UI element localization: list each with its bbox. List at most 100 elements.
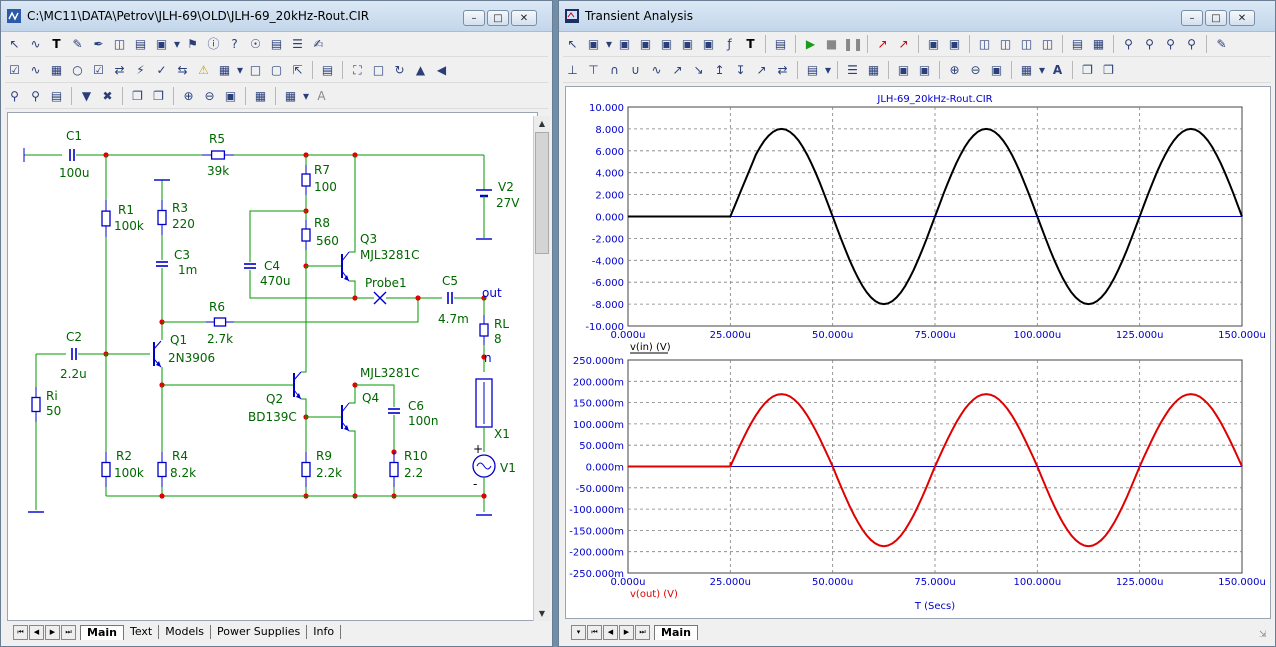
dropdown-arrow-icon[interactable]: ▾ xyxy=(1038,61,1046,80)
find-icon[interactable]: ☉ xyxy=(246,35,265,54)
3d-icon[interactable]: ◫ xyxy=(1017,35,1036,54)
info-icon[interactable]: ⓘ xyxy=(204,35,223,54)
zoom-y-icon[interactable]: ⚲ xyxy=(1140,35,1159,54)
edit-analysis-icon[interactable]: ✎ xyxy=(1212,35,1231,54)
grid-horizontal-icon[interactable]: ▤ xyxy=(1068,35,1087,54)
close-button[interactable]: ✕ xyxy=(1229,10,1255,26)
scroll-thumb[interactable] xyxy=(535,132,549,254)
cancel-icon[interactable]: ✖ xyxy=(98,87,117,106)
page-icon[interactable]: ▦ xyxy=(864,61,883,80)
tag-icon[interactable]: ▣ xyxy=(636,35,655,54)
valley-icon[interactable]: ⊤ xyxy=(584,61,603,80)
bounding-box-icon[interactable]: ⛶ xyxy=(348,61,367,80)
condition-icon[interactable]: ✓ xyxy=(152,61,171,80)
first-page-icon[interactable]: ⏮ xyxy=(587,624,602,640)
tab-text[interactable]: Text xyxy=(124,625,160,639)
edit-icon[interactable]: ✍ xyxy=(309,35,328,54)
border-icon[interactable]: ▢ xyxy=(267,61,286,80)
last-page-icon[interactable]: ⏭ xyxy=(61,624,76,640)
select-mode-icon[interactable]: ↖ xyxy=(5,35,24,54)
help-icon[interactable]: ? xyxy=(225,35,244,54)
maximize-button[interactable]: □ xyxy=(1205,10,1227,26)
stop-icon[interactable]: ■ xyxy=(822,35,841,54)
select-mode-icon[interactable]: ↖ xyxy=(563,35,582,54)
node-numbers-icon[interactable]: ☑ xyxy=(5,61,24,80)
breakpoint-icon[interactable]: ◫ xyxy=(996,35,1015,54)
point-tag-icon[interactable]: ▣ xyxy=(657,35,676,54)
prev-page-icon[interactable]: ◀ xyxy=(603,624,618,640)
copy-icon[interactable]: ❐ xyxy=(128,87,147,106)
image-icon[interactable]: ▦ xyxy=(251,87,270,106)
schematic-vertical-scrollbar[interactable]: ▲ ▼ xyxy=(533,116,550,621)
numeric-output-icon[interactable]: ☰ xyxy=(843,61,862,80)
paste-icon[interactable]: ❐ xyxy=(1099,61,1118,80)
first-page-icon[interactable]: ⏮ xyxy=(13,624,28,640)
close-button[interactable]: ✕ xyxy=(511,10,537,26)
bottom-icon[interactable]: ↧ xyxy=(731,61,750,80)
layout-icon[interactable]: ▦ xyxy=(281,87,300,106)
zoom-region-icon[interactable]: ⚲ xyxy=(1182,35,1201,54)
step-down-icon[interactable]: ▼ xyxy=(77,87,96,106)
resize-grip-icon[interactable]: ⇲ xyxy=(1259,630,1271,642)
node-voltages-icon[interactable]: ☑ xyxy=(89,61,108,80)
properties-icon[interactable]: ▤ xyxy=(318,61,337,80)
zoom-x-icon[interactable]: ⚲ xyxy=(1119,35,1138,54)
fit-icon[interactable]: ▣ xyxy=(894,61,913,80)
maximize-button[interactable]: □ xyxy=(487,10,509,26)
current-icon[interactable]: ⇄ xyxy=(110,61,129,80)
clipboard-icon[interactable]: ▤ xyxy=(803,61,822,80)
find-component-icon[interactable]: ⚲ xyxy=(5,87,24,106)
high-icon[interactable]: ∩ xyxy=(605,61,624,80)
next-page-icon[interactable]: ▶ xyxy=(619,624,634,640)
zoom-out-icon[interactable]: ⊖ xyxy=(966,61,985,80)
scroll-left-icon[interactable]: ▾ xyxy=(571,624,586,640)
paste-icon[interactable]: ❐ xyxy=(149,87,168,106)
properties-icon[interactable]: ▤ xyxy=(267,35,286,54)
text-mode-icon[interactable]: T xyxy=(47,35,66,54)
schematic-titlebar[interactable]: C:\MC11\DATA\Petrov\JLH-69\OLD\JLH-69_20… xyxy=(1,1,552,32)
low-icon[interactable]: ∪ xyxy=(626,61,645,80)
font-icon[interactable]: A xyxy=(1048,61,1067,80)
scale-icon[interactable]: ▣ xyxy=(615,35,634,54)
cursor-icon[interactable]: ⇱ xyxy=(288,61,307,80)
dropdown-arrow-icon[interactable]: ▾ xyxy=(236,61,244,80)
zoom-fit-icon[interactable]: ▣ xyxy=(221,87,240,106)
pause-icon[interactable]: ❚❚ xyxy=(843,35,863,54)
global-low-icon[interactable]: ↘ xyxy=(689,61,708,80)
zoom-in-icon[interactable]: ⊕ xyxy=(179,87,198,106)
font-icon[interactable]: A xyxy=(312,87,331,106)
inflection-icon[interactable]: ∿ xyxy=(647,61,666,80)
tile-icon[interactable]: ▣ xyxy=(915,61,934,80)
clipboard-icon[interactable]: ▤ xyxy=(47,87,66,106)
find-in-files-icon[interactable]: ⚲ xyxy=(26,87,45,106)
dropdown-arrow-icon[interactable]: ▾ xyxy=(173,35,181,54)
slope-icon[interactable]: ↗ xyxy=(752,61,771,80)
grid-text-icon[interactable]: ▦ xyxy=(47,61,66,80)
last-page-icon[interactable]: ⏭ xyxy=(635,624,650,640)
dropdown-arrow-icon[interactable]: ▾ xyxy=(824,61,832,80)
transitions-icon[interactable]: ⇆ xyxy=(173,61,192,80)
place-icon[interactable]: ▣ xyxy=(152,35,171,54)
component-icon[interactable]: ▤ xyxy=(131,35,150,54)
power-icon[interactable]: ⚡ xyxy=(131,61,150,80)
tab-power-supplies[interactable]: Power Supplies xyxy=(211,625,308,639)
page-icon[interactable]: □ xyxy=(246,61,265,80)
list-icon[interactable]: ☰ xyxy=(288,35,307,54)
data-points-icon[interactable]: ▣ xyxy=(945,35,964,54)
limits-icon[interactable]: ▣ xyxy=(924,35,943,54)
tab-info[interactable]: Info xyxy=(307,625,342,639)
global-high-icon[interactable]: ↗ xyxy=(668,61,687,80)
tab-main[interactable]: Main xyxy=(80,624,124,640)
run-icon[interactable]: ▶ xyxy=(801,35,820,54)
flag-icon[interactable]: ⚑ xyxy=(183,35,202,54)
flip-icon[interactable]: ◀ xyxy=(432,61,451,80)
grid-icon[interactable]: ▦ xyxy=(215,61,234,80)
scroll-up-icon[interactable]: ▲ xyxy=(534,116,550,132)
performance-icon[interactable]: ◫ xyxy=(1038,35,1057,54)
plot-area[interactable]: 0.000u 25.000u 50.000u 75.000u 100.000u 125.0… xyxy=(565,86,1271,619)
stepping-icon[interactable]: ↗ xyxy=(873,35,892,54)
zoom-out-icon[interactable]: ⊖ xyxy=(200,87,219,106)
text-icon[interactable]: T xyxy=(741,35,760,54)
minimize-button[interactable]: – xyxy=(1181,10,1203,26)
tab-main[interactable]: Main xyxy=(654,624,698,640)
